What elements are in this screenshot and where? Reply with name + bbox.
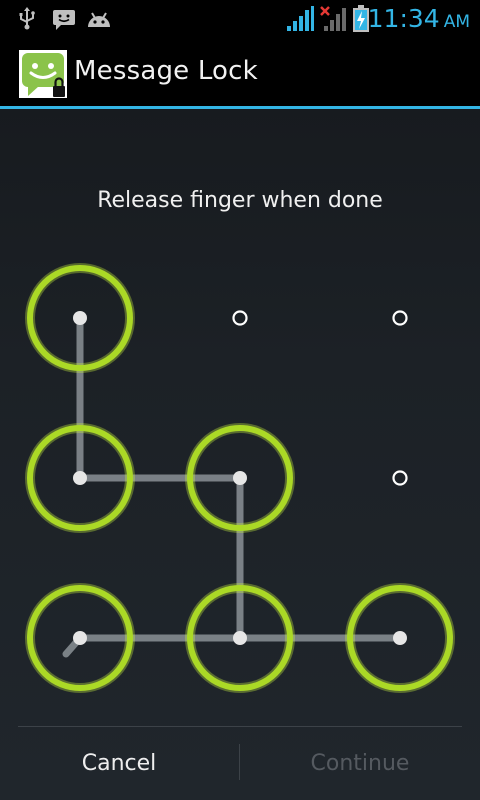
pattern-dot-unselected[interactable] [392, 310, 408, 326]
pattern-dot-center [233, 471, 247, 485]
pattern-dot-center [73, 631, 87, 645]
lock-pattern-screen: 11:34 AM Message Lock Release finger when… [0, 0, 480, 800]
pattern-dot-center [73, 471, 87, 485]
lock-pattern-grid[interactable] [0, 0, 480, 800]
footer-button-divider [239, 744, 240, 780]
pattern-dot-unselected[interactable] [232, 310, 248, 326]
pattern-dot-unselected[interactable] [392, 470, 408, 486]
cancel-button[interactable]: Cancel [0, 727, 238, 800]
pattern-dot-center [233, 631, 247, 645]
continue-button[interactable]: Continue [241, 727, 479, 800]
pattern-dot-center [73, 311, 87, 325]
pattern-dot-center [393, 631, 407, 645]
